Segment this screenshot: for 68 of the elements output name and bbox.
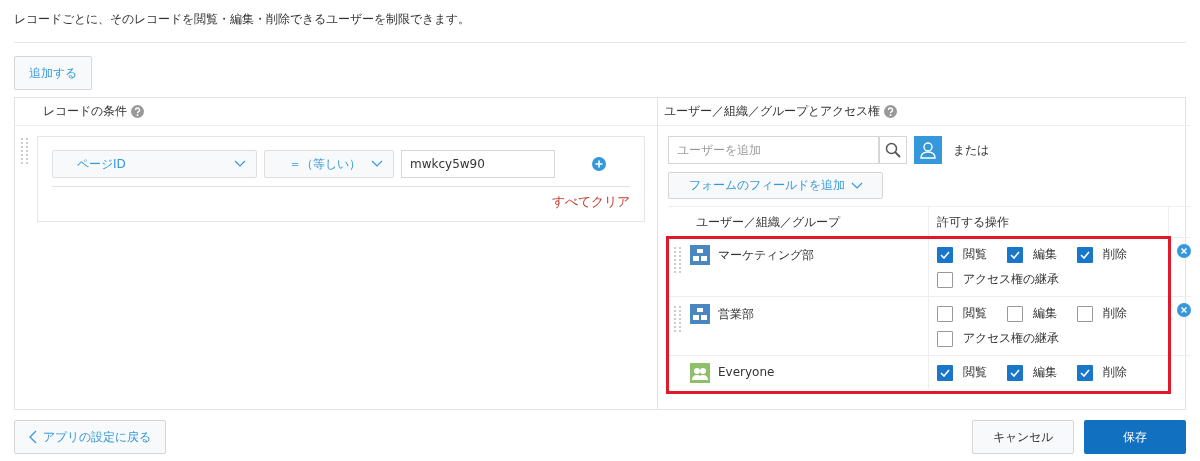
entity-name: 営業部	[718, 306, 754, 323]
drag-handle-icon[interactable]	[674, 247, 682, 275]
checkbox[interactable]	[1007, 364, 1023, 381]
check-icon	[940, 368, 950, 377]
checkbox-label: 削除	[1103, 364, 1127, 381]
check-icon	[1080, 368, 1090, 377]
close-icon	[1180, 247, 1188, 255]
value-field[interactable]: mwkcy5w90	[401, 150, 555, 178]
drag-handle-icon[interactable]	[674, 306, 682, 334]
check-icon	[1010, 250, 1020, 259]
checkbox-label: 閲覧	[963, 364, 987, 381]
chevron-down-icon	[234, 160, 246, 168]
remove-button[interactable]	[1177, 244, 1191, 258]
add-button[interactable]: 追加する	[14, 56, 92, 90]
checkbox-label: 閲覧	[963, 246, 987, 263]
field-select[interactable]: ページID	[52, 150, 257, 178]
organization-icon	[690, 245, 710, 265]
panel-title: レコードの条件	[43, 103, 127, 120]
checkbox[interactable]	[1077, 246, 1093, 263]
search-button[interactable]	[879, 136, 907, 164]
panel-title: ユーザー／組織／グループとアクセス権	[664, 103, 880, 120]
checkbox[interactable]	[937, 246, 953, 263]
check-icon	[1010, 368, 1020, 377]
help-icon[interactable]	[131, 105, 144, 118]
organization-icon	[690, 304, 710, 324]
user-picker-button[interactable]	[914, 136, 942, 164]
entity-name: Everyone	[718, 365, 775, 379]
checkbox[interactable]	[937, 330, 953, 347]
entity-name: マーケティング部	[718, 247, 814, 264]
chevron-down-icon	[371, 160, 383, 168]
checkbox-label: 編集	[1033, 364, 1057, 381]
person-icon	[919, 141, 937, 159]
cancel-button[interactable]: キャンセル	[972, 420, 1074, 454]
search-icon	[885, 142, 901, 158]
checkbox-label: 編集	[1033, 246, 1057, 263]
user-search-field[interactable]: ユーザーを追加	[668, 136, 879, 164]
checkbox[interactable]	[937, 271, 953, 288]
add-form-field-dropdown[interactable]: フォームのフィールドを追加	[668, 172, 883, 199]
save-button[interactable]: 保存	[1084, 420, 1186, 454]
column-header: 許可する操作	[929, 207, 1169, 237]
checkbox-label: アクセス権の継承	[963, 271, 1059, 288]
back-button[interactable]: アプリの設定に戻る	[14, 420, 166, 454]
checkbox[interactable]	[1007, 246, 1023, 263]
group-icon	[690, 363, 710, 383]
checkbox-label: アクセス権の継承	[963, 330, 1059, 347]
operator-select[interactable]: ＝（等しい）	[264, 150, 394, 178]
checkbox[interactable]	[937, 364, 953, 381]
checkbox-label: 削除	[1103, 305, 1127, 322]
remove-button[interactable]	[1177, 303, 1191, 317]
clear-all-link[interactable]: すべてクリア	[52, 193, 630, 211]
checkbox[interactable]	[1077, 364, 1093, 381]
check-icon	[940, 250, 950, 259]
checkbox-label: 削除	[1103, 246, 1127, 263]
checkbox[interactable]	[1077, 305, 1093, 322]
column-header: ユーザー／組織／グループ	[668, 207, 929, 237]
checkbox-label: 閲覧	[963, 305, 987, 322]
or-text: または	[953, 141, 989, 159]
checkbox-label: 編集	[1033, 305, 1057, 322]
checkbox[interactable]	[937, 305, 953, 322]
chevron-down-icon	[850, 181, 863, 190]
description-text: レコードごとに、そのレコードを閲覧・編集・削除できるユーザーを制限できます。	[13, 11, 471, 28]
chevron-left-icon	[29, 430, 37, 444]
checkbox[interactable]	[1007, 305, 1023, 322]
check-icon	[1080, 250, 1090, 259]
close-icon	[1180, 306, 1188, 314]
help-icon[interactable]	[884, 105, 897, 118]
drag-handle-icon[interactable]	[21, 138, 29, 166]
add-icon[interactable]	[592, 157, 606, 171]
